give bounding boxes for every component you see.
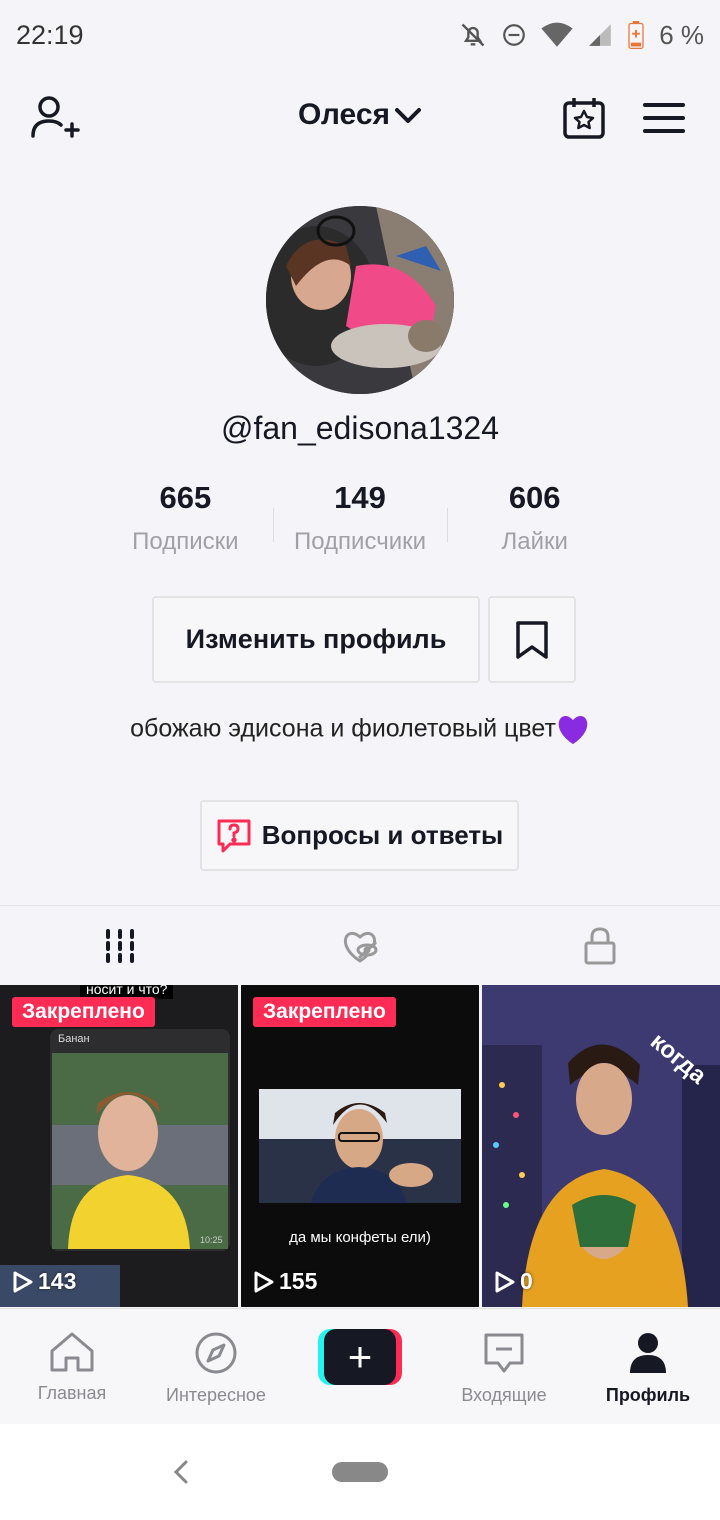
- bell-off-icon: [461, 23, 485, 47]
- nav-inbox[interactable]: Входящие: [432, 1309, 576, 1424]
- tab-private[interactable]: [480, 906, 720, 985]
- play-count-value: 155: [279, 1268, 318, 1294]
- nav-profile-label: Профиль: [605, 1385, 691, 1405]
- status-time: 22:19: [16, 19, 84, 50]
- play-count: 143: [12, 1268, 76, 1295]
- status-bar: 22:19 6 %: [0, 0, 720, 70]
- nav-home[interactable]: Главная: [0, 1309, 144, 1424]
- plus-icon: +: [324, 1329, 396, 1385]
- purple-heart-icon: [558, 716, 588, 745]
- lock-icon: [584, 926, 616, 964]
- stat-likes[interactable]: 606 Лайки: [447, 480, 622, 570]
- menu-icon[interactable]: [643, 102, 685, 134]
- edit-profile-button[interactable]: Изменить профиль: [152, 596, 480, 683]
- pinned-badge: Закреплено: [12, 997, 155, 1027]
- nav-inbox-label: Входящие: [461, 1385, 547, 1405]
- compass-icon: [195, 1332, 237, 1374]
- play-icon: [13, 1271, 33, 1292]
- inner-time: 10:25: [200, 1235, 223, 1245]
- video-thumbnail[interactable]: носит и что? Закреплено Банан 10:25 143: [0, 985, 238, 1307]
- tab-liked[interactable]: [240, 906, 480, 985]
- do-not-disturb-icon: [503, 24, 526, 46]
- back-icon[interactable]: [172, 1458, 190, 1486]
- stat-followers-label: Подписчики: [293, 528, 427, 555]
- video-grid: носит и что? Закреплено Банан 10:25 143 …: [0, 985, 720, 1307]
- content-tabs: [0, 905, 720, 985]
- stat-likes-value: 606: [508, 480, 561, 515]
- bio: обожаю эдисона и фиолетовый цвет: [0, 714, 720, 746]
- system-navigation: [0, 1424, 720, 1520]
- play-count-value: 143: [38, 1268, 77, 1294]
- play-count-value: 0: [520, 1268, 533, 1294]
- home-gesture-pill[interactable]: [332, 1462, 388, 1482]
- stat-following[interactable]: 665 Подписки: [98, 480, 273, 570]
- play-count: 0: [494, 1268, 533, 1295]
- account-switcher[interactable]: Олеся: [0, 98, 720, 132]
- tab-videos[interactable]: [0, 906, 240, 985]
- home-icon: [50, 1332, 94, 1372]
- question-bubble-icon: [217, 819, 251, 852]
- account-name: Олеся: [297, 98, 391, 131]
- calendar-star-icon[interactable]: [562, 96, 606, 140]
- profile-icon: [630, 1333, 666, 1373]
- play-icon: [495, 1271, 515, 1292]
- nav-home-label: Главная: [37, 1383, 107, 1403]
- bio-text: обожаю эдисона и фиолетовый цвет: [130, 714, 556, 743]
- battery-percent: 6 %: [659, 19, 704, 50]
- grid-icon: [106, 928, 134, 963]
- stat-following-value: 665: [159, 480, 212, 515]
- stat-likes-label: Лайки: [501, 528, 568, 555]
- wifi-icon: [541, 22, 573, 47]
- play-icon: [254, 1271, 274, 1292]
- nav-discover[interactable]: Интересное: [144, 1309, 288, 1424]
- signal-icon: [589, 24, 612, 46]
- bottom-navigation: Главная Интересное + Входящие Профиль: [0, 1308, 720, 1424]
- profile-stats: 665 Подписки 149 Подписчики 606 Лайки: [98, 480, 622, 570]
- qa-button[interactable]: Вопросы и ответы: [200, 800, 519, 871]
- qa-button-label: Вопросы и ответы: [261, 820, 504, 850]
- inner-title: Банан: [58, 1033, 90, 1045]
- nav-discover-label: Интересное: [166, 1385, 266, 1405]
- video-thumbnail[interactable]: Закреплено да мы конфеты ели) 155: [241, 985, 479, 1307]
- inbox-icon: [484, 1333, 524, 1373]
- profile-header: Олеся: [0, 80, 720, 160]
- nav-create[interactable]: +: [288, 1309, 432, 1424]
- nav-profile[interactable]: Профиль: [576, 1309, 720, 1424]
- username: @fan_edisona1324: [220, 410, 500, 446]
- battery-icon: [628, 21, 644, 49]
- create-button[interactable]: +: [318, 1329, 402, 1385]
- video-thumbnail[interactable]: когда 0: [482, 985, 720, 1307]
- chevron-down-icon: [395, 108, 422, 124]
- favorites-button[interactable]: [488, 596, 576, 683]
- stat-following-label: Подписки: [132, 528, 239, 555]
- bookmark-icon: [516, 620, 548, 659]
- status-icons: 6 %: [459, 20, 704, 51]
- play-count: 155: [253, 1268, 317, 1295]
- liked-hidden-icon: [343, 931, 378, 962]
- pinned-badge: Закреплено: [253, 997, 396, 1027]
- stat-followers[interactable]: 149 Подписчики: [272, 480, 448, 570]
- avatar[interactable]: [266, 206, 454, 394]
- stat-followers-value: 149: [334, 480, 386, 515]
- video-caption: да мы конфеты ели): [289, 1229, 431, 1246]
